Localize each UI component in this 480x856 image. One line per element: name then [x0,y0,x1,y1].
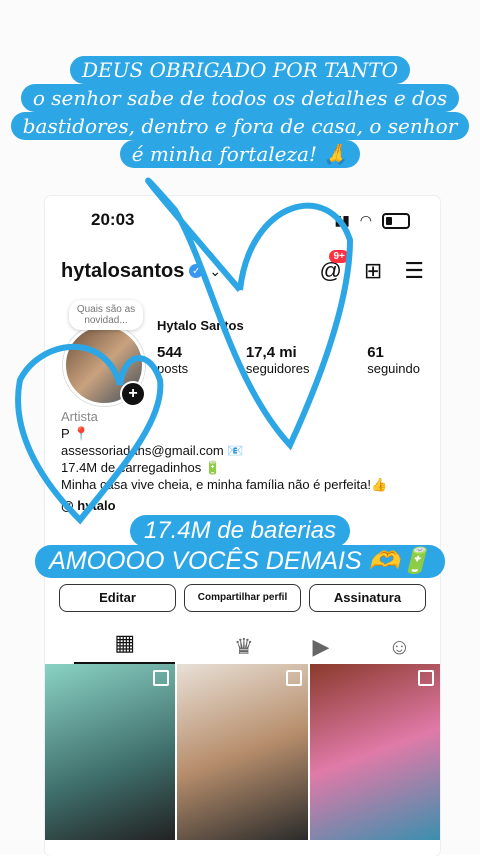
followers-label: seguidores [245,361,310,376]
bio-line: Minha casa vive cheia, e minha família n… [61,477,388,492]
posts-count: 544 [157,344,183,361]
chevron-down-icon[interactable]: ⌄ [209,263,221,280]
caption-line: DEUS OBRIGADO POR TANTO [69,56,410,84]
avatar[interactable]: + [63,324,146,407]
verified-icon: ✓ [189,264,204,278]
share-profile-button[interactable]: Compartilhar perfil [184,584,301,612]
subscribe-button[interactable]: Assinatura [309,584,426,612]
bio: Artista P 📍 assessoriadahs@gmail.com 📧 1… [61,408,424,493]
status-icons: ▮▮ ◠ [334,212,410,229]
posts-stat[interactable]: 544 posts [157,344,188,376]
menu-icon[interactable]: ☰ [404,258,424,284]
add-post-icon[interactable]: ⊞ [364,258,382,284]
caption-line: 17.4M de baterias [129,515,351,547]
grid-post[interactable] [45,664,176,840]
profile-header: hytalosantos ✓ ⌄ @9+ ⊞ ☰ [61,250,424,284]
signal-icon: ▮▮ [334,212,350,228]
posts-label: posts [157,361,189,376]
battery-icon [382,212,410,229]
crown-tab-icon[interactable]: ♛ [234,634,254,660]
story-caption-bottom: 17.4M de baterias AMOOOO VOCÊS DEMAIS 🫶🔋 [0,515,480,578]
followers-stat[interactable]: 17,4 mi seguidores [246,344,310,376]
bio-line: P 📍 [61,426,90,441]
caption-line: AMOOOO VOCÊS DEMAIS 🫶🔋 [35,545,445,578]
profile-stats: 544 posts 17,4 mi seguidores 61 seguindo [157,344,420,376]
reel-icon [285,670,302,686]
carousel-icon [153,670,170,686]
following-count: 61 [367,344,384,361]
threads-badge: 9+ [329,250,349,263]
bio-email[interactable]: assessoriadahs@gmail.com 📧 [61,442,424,459]
note-bubble[interactable]: Quais são as novidad... [69,300,143,330]
bio-line: 17.4M de carregadinhos 🔋 [61,460,221,475]
profile-actions: Editar Compartilhar perfil Assinatura [59,584,426,612]
threads-handle[interactable]: @ hytalo [61,498,116,513]
tagged-tab-icon[interactable]: ☺ [388,634,410,660]
post-grid [45,664,440,840]
story-caption-top: DEUS OBRIGADO POR TANTO o senhor sabe de… [0,56,480,168]
followers-count: 17,4 mi [245,344,297,361]
caption-line: é minha fortaleza! 🙏 [119,140,361,168]
following-stat[interactable]: 61 seguindo [367,344,420,376]
wifi-icon: ◠ [359,212,372,228]
full-name: Hytalo Santos [157,318,244,333]
caption-line: bastidores, dentro e fora de casa, o sen… [10,112,470,140]
following-label: seguindo [367,361,420,376]
status-time: 20:03 [91,210,135,229]
carousel-icon [417,670,434,686]
profile-tabs: ▦ ♛ ▶ ☺ [45,628,440,666]
caption-line: o senhor sabe de todos os detalhes e dos [20,84,460,112]
edit-button[interactable]: Editar [59,584,176,612]
add-story-icon[interactable]: + [120,381,146,407]
reels-tab-icon[interactable]: ▶ [312,634,329,660]
grid-tab-icon[interactable]: ▦ [74,630,176,664]
username[interactable]: hytalosantos [61,260,184,283]
grid-post[interactable] [177,664,308,840]
grid-post[interactable] [309,664,440,840]
category: Artista [61,409,98,424]
threads-icon[interactable]: @9+ [319,250,349,284]
